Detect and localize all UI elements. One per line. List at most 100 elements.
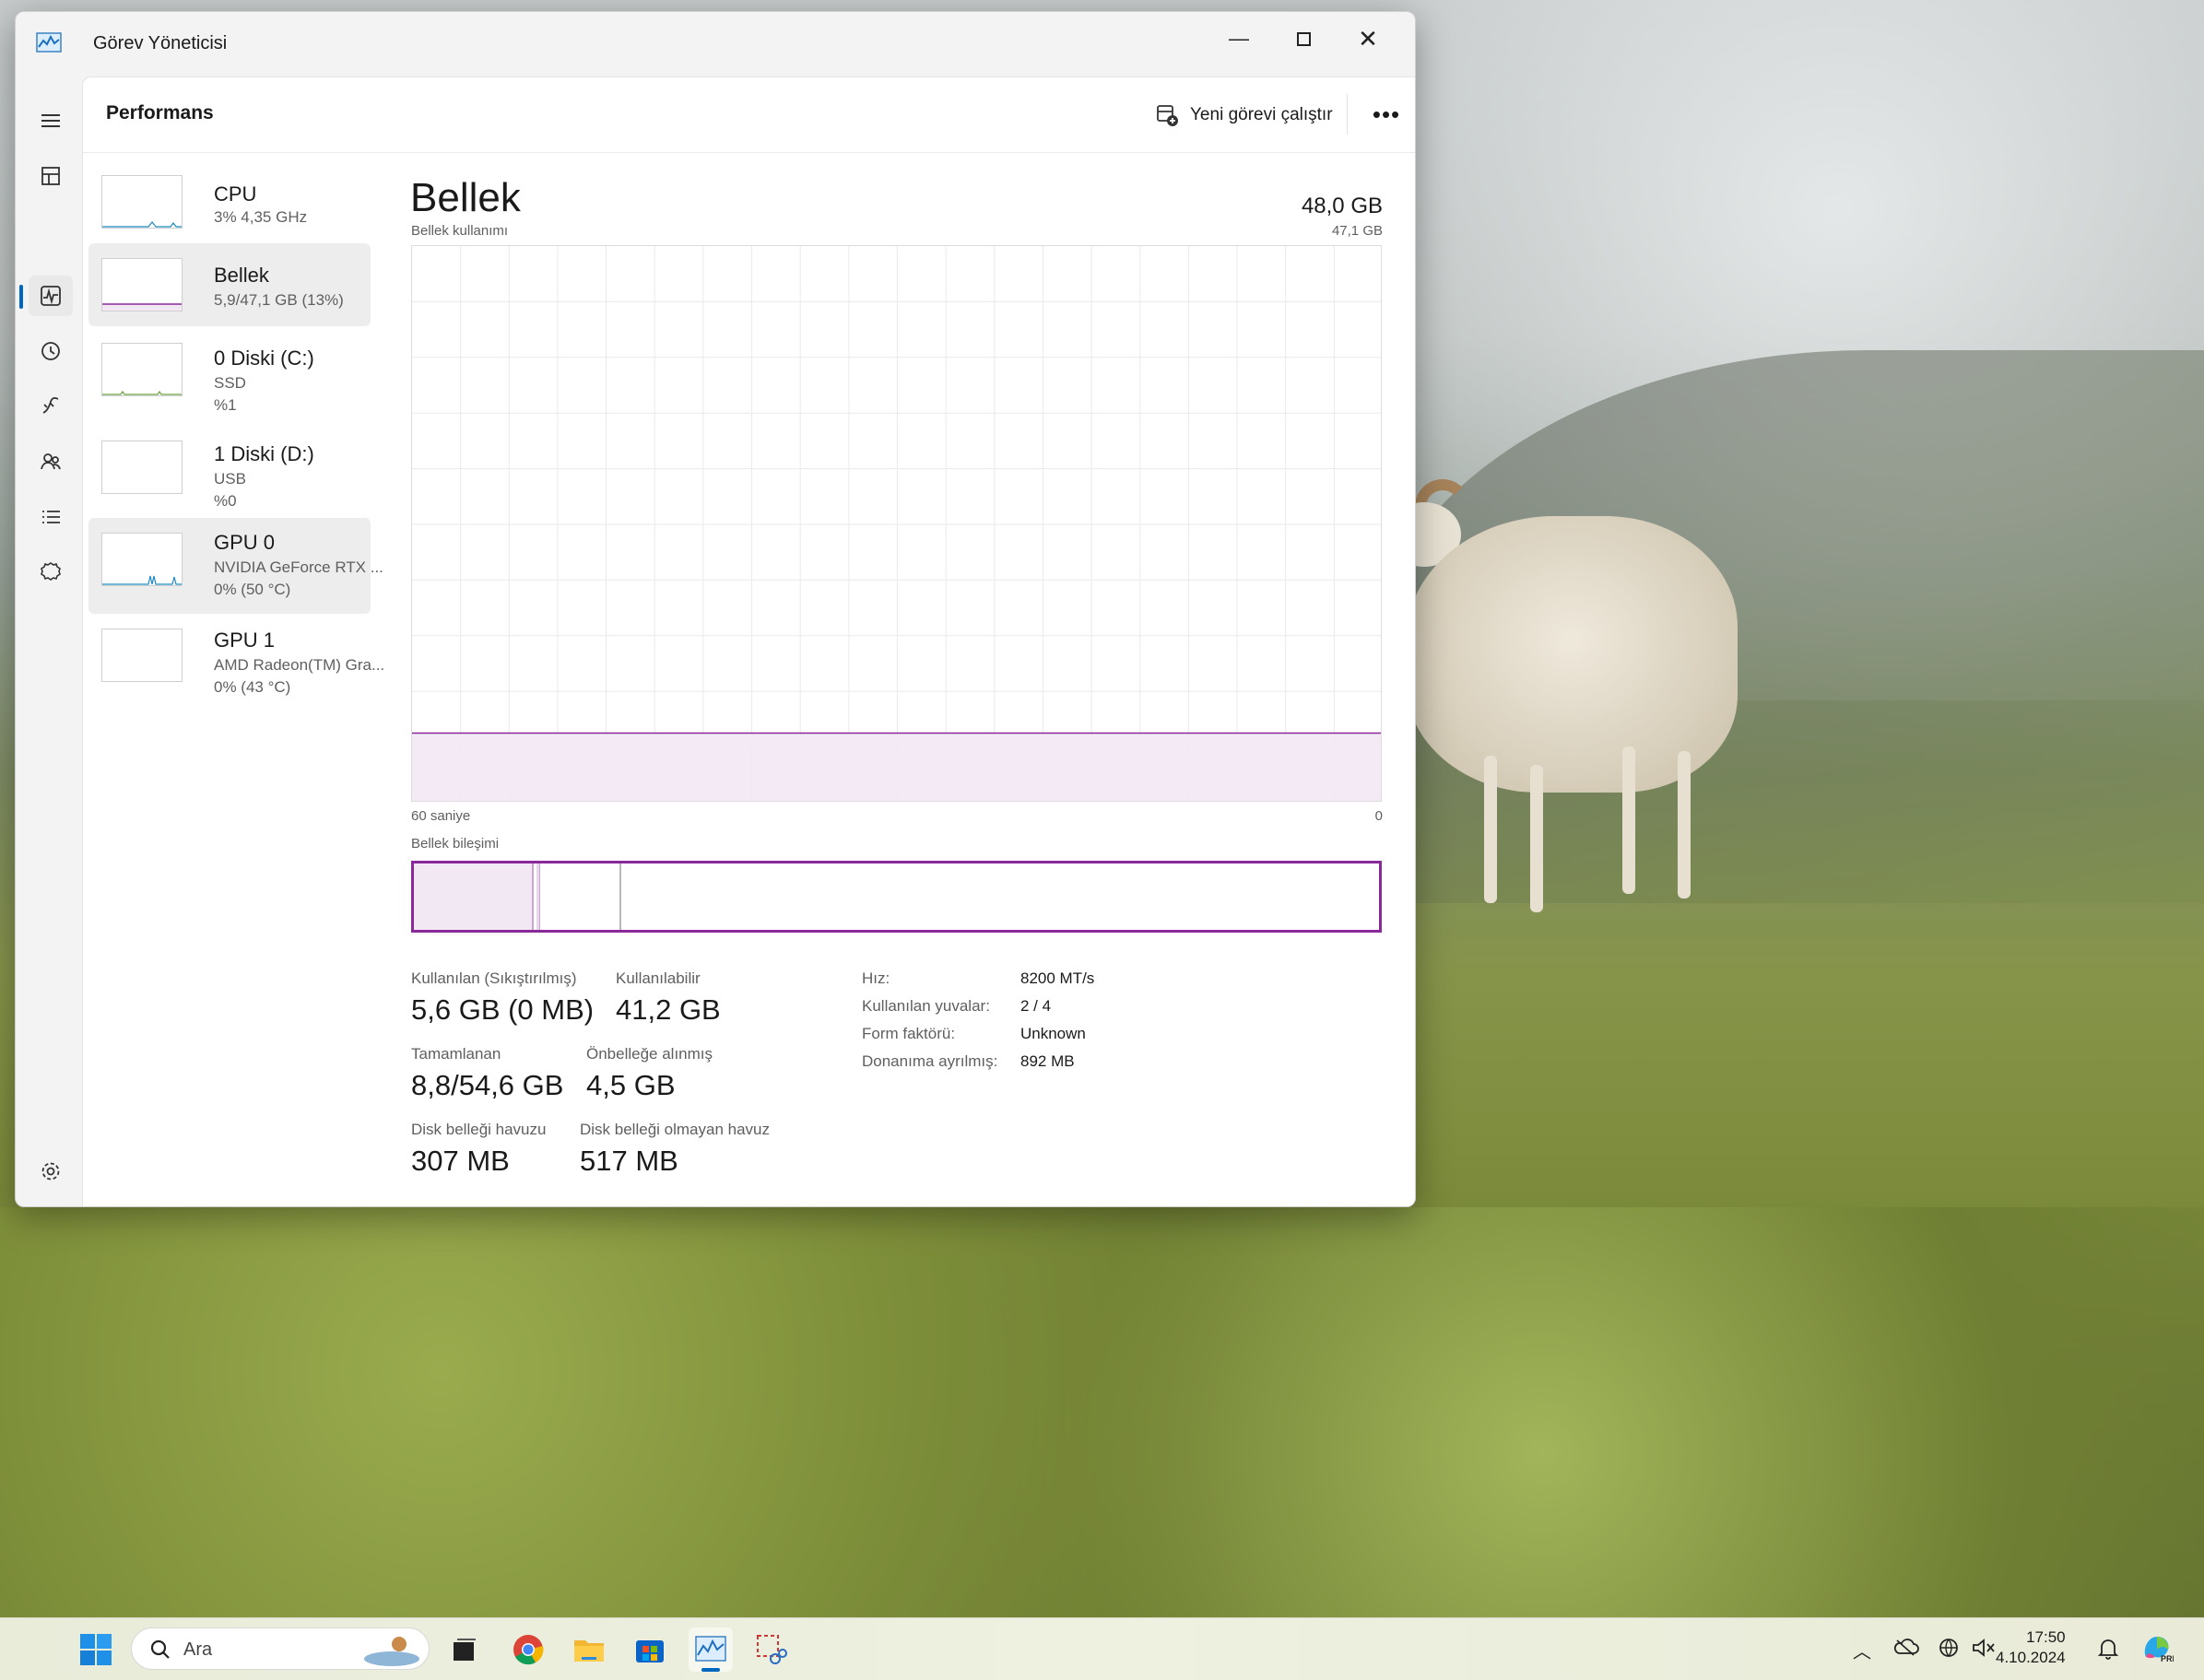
resource-detail: %0 xyxy=(214,492,237,510)
close-button[interactable]: ✕ xyxy=(1336,12,1400,65)
resource-item-disk-0[interactable]: 0 Diski (C:) SSD %1 xyxy=(88,328,371,422)
taskbar: Ara ︿ 17:50 4.10.2024 PRE xyxy=(0,1617,2204,1680)
performance-page: Performans Yeni görevi çalıştır ••• CPU … xyxy=(82,76,1415,1206)
start-button[interactable] xyxy=(74,1627,118,1672)
nav-services-button[interactable] xyxy=(29,552,73,593)
app-history-icon xyxy=(41,342,60,360)
volume-button[interactable] xyxy=(1971,1637,1997,1664)
paged-pool-value: 307 MB xyxy=(411,1145,510,1177)
hardware-reserved-value: 892 MB xyxy=(1020,1052,1075,1070)
file-explorer-icon xyxy=(574,1640,604,1662)
resource-item-gpu-1[interactable]: GPU 1 AMD Radeon(TM) Gra... 0% (43 °C) xyxy=(88,616,384,708)
file-explorer-button[interactable] xyxy=(567,1627,611,1672)
sheep-leg xyxy=(1530,765,1543,912)
resource-detail: 3% 4,35 GHz xyxy=(214,208,308,226)
resource-name: GPU 0 xyxy=(214,531,276,554)
nav-details-button[interactable] xyxy=(29,497,73,537)
resource-detail: AMD Radeon(TM) Gra... xyxy=(214,656,385,674)
cpu-mini-graph xyxy=(101,175,183,229)
search-highlight-icon xyxy=(364,1637,419,1666)
hardware-reserved-label: Donanıma ayrılmış: xyxy=(862,1052,998,1070)
resource-item-disk-1[interactable]: 1 Diski (D:) USB %0 xyxy=(88,426,371,520)
task-view-button[interactable] xyxy=(442,1627,487,1672)
gpu0-mini-graph-line xyxy=(102,575,182,585)
nav-users-button[interactable] xyxy=(29,441,73,482)
nav-app-history-button[interactable] xyxy=(29,331,73,371)
show-hidden-icons-button[interactable]: ︿ xyxy=(1853,1637,1871,1663)
speed-label: Hız: xyxy=(862,969,890,987)
header-separator xyxy=(1347,94,1348,135)
committed-value: 8,8/54,6 GB xyxy=(411,1069,564,1101)
task-manager-app-icon xyxy=(36,32,62,53)
details-icon xyxy=(42,511,60,523)
nav-performance-button[interactable] xyxy=(29,276,73,316)
maximize-button[interactable] xyxy=(1271,12,1336,65)
taskbar-search[interactable]: Ara xyxy=(131,1627,430,1670)
close-icon: ✕ xyxy=(1358,24,1378,53)
page-title: Performans xyxy=(106,102,214,123)
task-manager-icon xyxy=(695,1636,726,1662)
nav-menu-button[interactable] xyxy=(29,100,73,141)
gpu1-mini-graph xyxy=(101,629,183,682)
notifications-button[interactable] xyxy=(2097,1637,2119,1666)
used-value: 5,6 GB (0 MB) xyxy=(411,993,595,1026)
resource-name: 0 Diski (C:) xyxy=(214,347,314,370)
performance-icon xyxy=(41,286,61,306)
window-title: Görev Yöneticisi xyxy=(93,33,228,53)
memory-usage-label: Bellek kullanımı xyxy=(411,223,509,239)
composition-standby xyxy=(540,863,621,930)
run-new-task-button[interactable]: Yeni görevi çalıştır xyxy=(1155,98,1333,133)
nonpaged-pool-label: Disk belleği olmayan havuz xyxy=(580,1121,770,1138)
memory-composition-label: Bellek bileşimi xyxy=(411,836,500,852)
users-icon xyxy=(41,453,61,470)
store-button[interactable] xyxy=(628,1627,672,1672)
sheep-leg xyxy=(1622,746,1635,894)
task-manager-taskbar-button[interactable] xyxy=(689,1627,733,1672)
used-label: Kullanılan (Sıkıştırılmış) xyxy=(411,969,577,987)
disk0-mini-graph xyxy=(101,343,183,396)
resource-detail: NVIDIA GeForce RTX ... xyxy=(214,558,383,576)
system-clock[interactable]: 17:50 4.10.2024 xyxy=(1996,1627,2066,1668)
task-view-icon xyxy=(454,1639,476,1661)
resource-item-memory[interactable]: Bellek 5,9/47,1 GB (13%) xyxy=(88,243,371,326)
resource-name: 1 Diski (D:) xyxy=(214,442,314,465)
resource-item-cpu[interactable]: CPU 3% 4,35 GHz xyxy=(88,160,371,241)
clock-date: 4.10.2024 xyxy=(1996,1649,2066,1666)
copilot-button[interactable]: PRE xyxy=(2140,1631,2178,1670)
nav-startup-apps-button[interactable] xyxy=(29,386,73,427)
nav-processes-button[interactable] xyxy=(29,156,73,196)
more-options-button[interactable]: ••• xyxy=(1366,96,1407,133)
graph-time-right: 0 xyxy=(1374,808,1383,824)
memory-usage-chart xyxy=(412,246,1381,801)
sheep-leg xyxy=(1678,751,1691,899)
memory-mini-graph-line xyxy=(102,303,182,311)
menu-icon xyxy=(41,114,60,127)
nav-active-indicator xyxy=(19,285,23,309)
network-button[interactable] xyxy=(1938,1637,1962,1666)
nav-settings-button[interactable] xyxy=(29,1151,73,1192)
minimize-button[interactable]: — xyxy=(1207,12,1271,65)
snipping-tool-button[interactable] xyxy=(749,1627,794,1672)
chrome-button[interactable] xyxy=(506,1627,550,1672)
memory-composition-bar xyxy=(411,861,1382,933)
committed-label: Tamamlanan xyxy=(411,1045,501,1063)
cached-value: 4,5 GB xyxy=(586,1069,676,1101)
svg-text:PRE: PRE xyxy=(2161,1654,2174,1663)
form-factor-value: Unknown xyxy=(1020,1025,1086,1042)
speed-value: 8200 MT/s xyxy=(1020,969,1095,987)
disk1-mini-graph xyxy=(101,441,183,494)
store-icon xyxy=(636,1640,664,1662)
title-bar[interactable]: Görev Yöneticisi — ✕ xyxy=(16,12,1415,76)
available-value: 41,2 GB xyxy=(616,993,721,1026)
memory-mini-graph xyxy=(101,258,183,311)
nonpaged-pool-value: 517 MB xyxy=(580,1145,678,1177)
page-header: Performans Yeni görevi çalıştır ••• xyxy=(83,77,1415,153)
clock-time: 17:50 xyxy=(2026,1628,2066,1646)
onedrive-button[interactable] xyxy=(1893,1637,1919,1662)
composition-in-use xyxy=(414,863,534,930)
startup-apps-icon xyxy=(42,396,59,414)
left-nav xyxy=(16,76,82,1206)
sheep-leg xyxy=(1484,756,1497,903)
chevron-up-icon: ︿ xyxy=(1853,1642,1871,1662)
resource-item-gpu-0[interactable]: GPU 0 NVIDIA GeForce RTX ... 0% (50 °C) xyxy=(88,518,383,614)
